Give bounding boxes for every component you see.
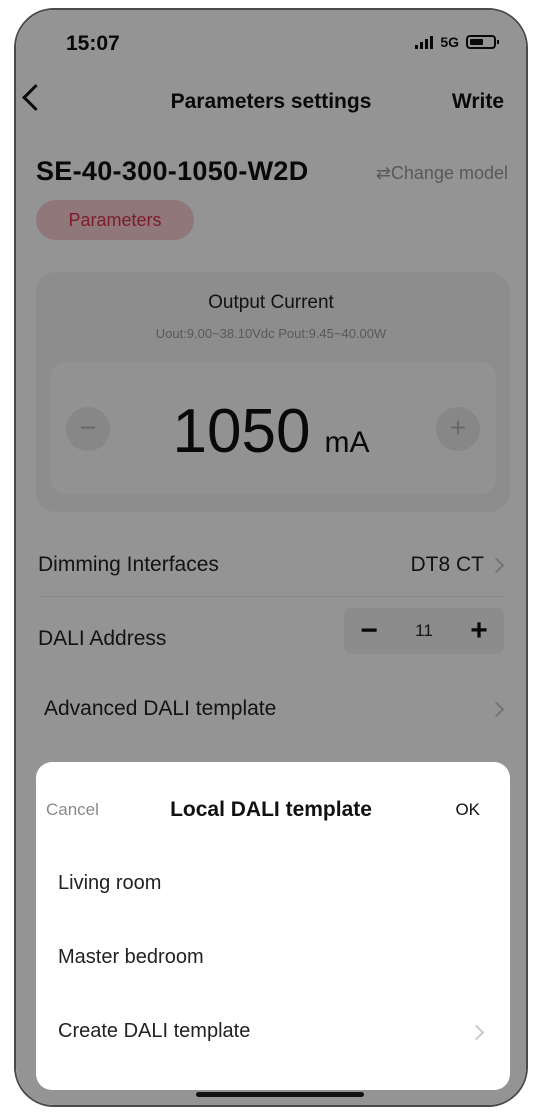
phone-frame: 15:07 5G Parameters settings Write SE-40… <box>14 8 528 1107</box>
ok-button[interactable]: OK <box>455 800 480 820</box>
sheet-title: Local DALI template <box>170 798 372 821</box>
parameters-screen: 15:07 5G Parameters settings Write SE-40… <box>16 10 526 1105</box>
home-indicator <box>196 1092 364 1097</box>
create-dali-template-option[interactable]: Create DALI template <box>58 1020 250 1043</box>
template-option-living-room[interactable]: Living room <box>58 872 161 895</box>
template-option-master-bedroom[interactable]: Master bedroom <box>58 946 204 969</box>
